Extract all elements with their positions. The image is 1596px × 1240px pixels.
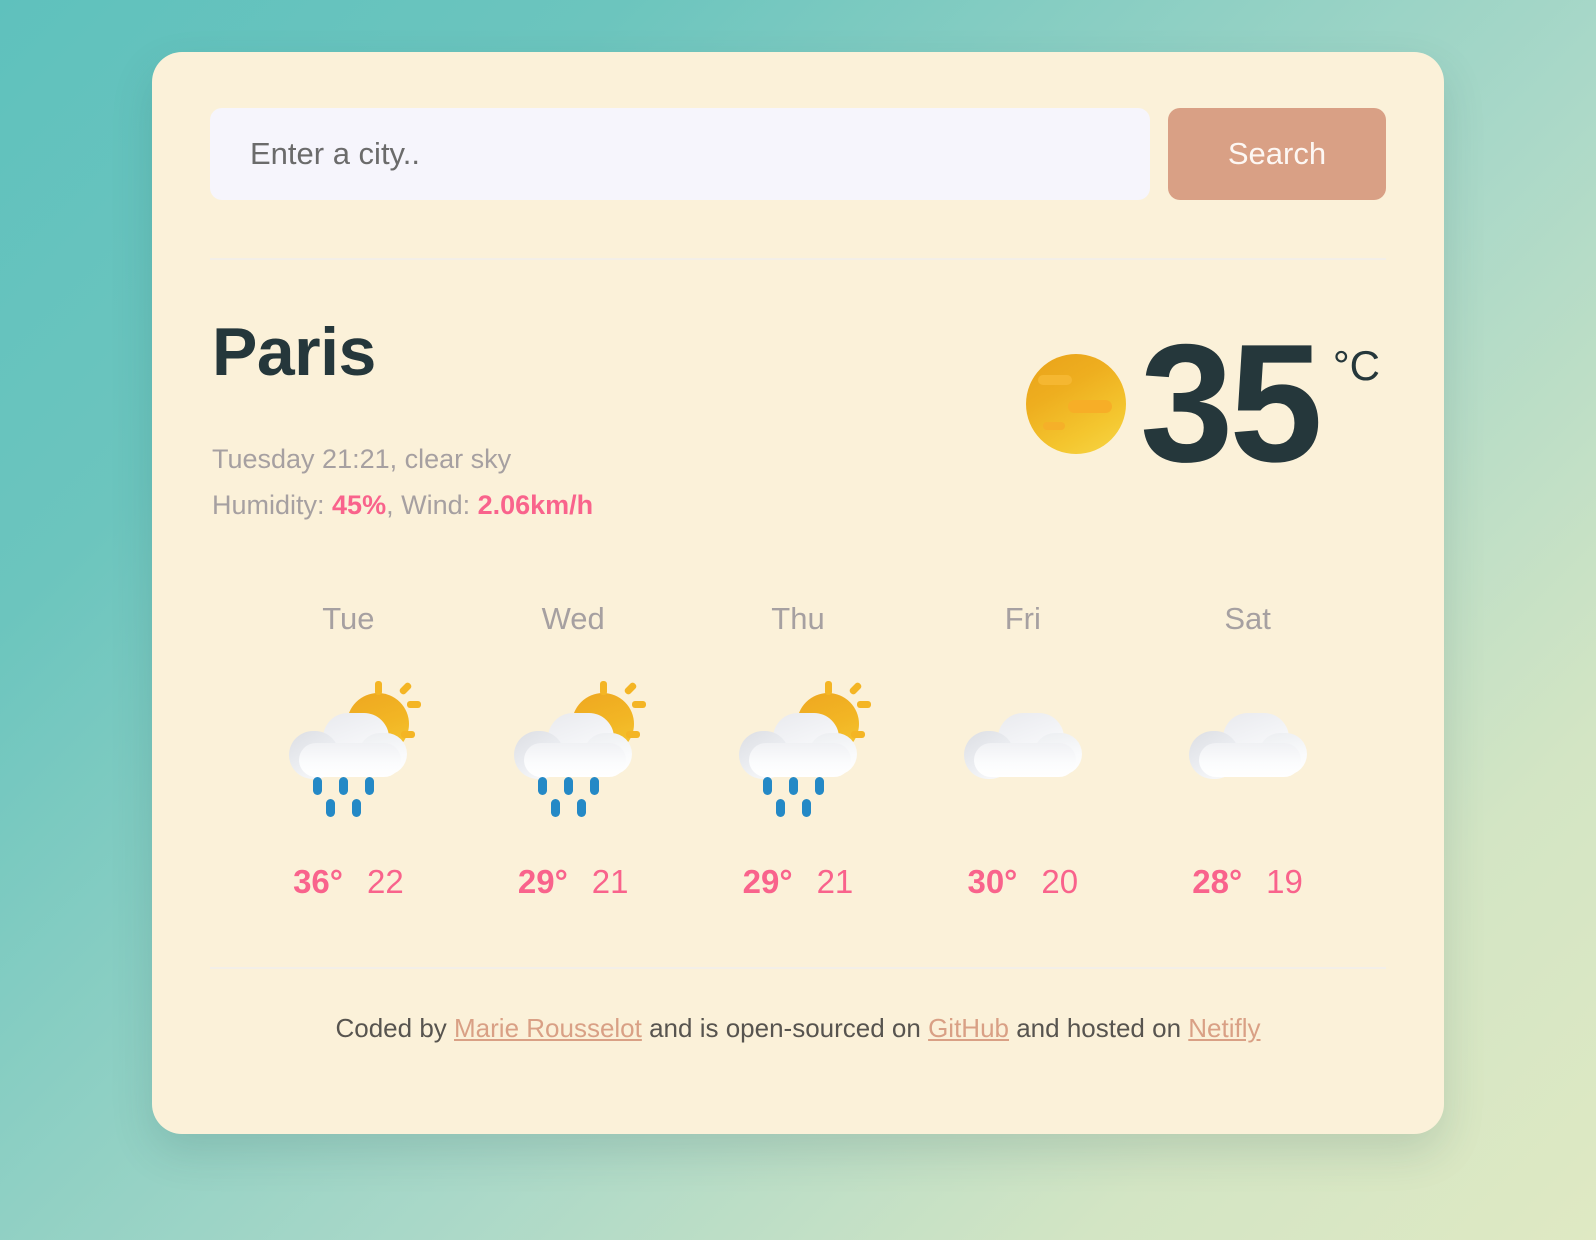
rain-drop bbox=[814, 776, 824, 795]
rain-drop bbox=[352, 798, 362, 817]
current-weather: Paris Tuesday 21:21, clear sky Humidity:… bbox=[210, 318, 1386, 529]
rain-drop bbox=[551, 798, 561, 817]
github-link[interactable]: GitHub bbox=[928, 1013, 1009, 1043]
rain-drops bbox=[757, 776, 847, 817]
city-name: Paris bbox=[212, 314, 376, 390]
divider-top bbox=[210, 258, 1386, 260]
sun-ray bbox=[398, 681, 413, 696]
forecast-temperatures: 29° 21 bbox=[461, 863, 686, 901]
cloud-base bbox=[299, 742, 402, 777]
forecast-day-label: Thu bbox=[771, 600, 825, 636]
sun-ray bbox=[632, 700, 647, 708]
forecast-day-label: Wed bbox=[541, 600, 605, 636]
forecast-temperatures: 28° 19 bbox=[1135, 863, 1360, 901]
search-form: Search bbox=[210, 108, 1386, 200]
sun-ray bbox=[856, 700, 871, 708]
cloud-base bbox=[1198, 742, 1301, 777]
forecast-day-label: Sat bbox=[1224, 600, 1271, 636]
forecast-max-temp: 28° bbox=[1192, 862, 1243, 900]
sun-ray bbox=[850, 730, 865, 738]
humidity-value: 45% bbox=[332, 490, 387, 521]
forecast-temperatures: 29° 21 bbox=[686, 863, 911, 901]
sun-ray bbox=[626, 730, 641, 738]
rain-drop bbox=[339, 776, 349, 795]
divider-bottom bbox=[210, 966, 1386, 969]
forecast-max-temp: 29° bbox=[517, 862, 568, 900]
footer-prefix: Coded by bbox=[335, 1012, 455, 1043]
sun-icon bbox=[1025, 354, 1126, 454]
cloud-base bbox=[748, 742, 851, 777]
temperature-unit: °C bbox=[1332, 342, 1380, 389]
cloud-icon bbox=[910, 679, 1135, 809]
forecast-day-label: Tue bbox=[322, 600, 375, 636]
conditions-humidity-wind: Humidity: 45%, Wind: 2.06km/h bbox=[212, 482, 593, 528]
rain-drops bbox=[532, 776, 622, 817]
host-link[interactable]: Netifly bbox=[1188, 1013, 1260, 1043]
weather-card: Search Paris Tuesday 21:21, clear sky Hu… bbox=[152, 52, 1444, 1134]
forecast-temperatures: 36° 22 bbox=[236, 863, 461, 901]
sun-ray bbox=[407, 700, 422, 708]
sun-ray bbox=[623, 681, 638, 696]
rain-drop bbox=[590, 776, 600, 795]
rain-drop bbox=[801, 798, 811, 817]
forecast-day-label: Fri bbox=[1004, 600, 1041, 636]
rain-drop bbox=[326, 798, 336, 817]
rain-drop bbox=[762, 776, 772, 795]
forecast-min-temp: 21 bbox=[816, 862, 854, 900]
forecast-min-temp: 20 bbox=[1041, 862, 1079, 900]
forecast-day: Tue 36° 22 bbox=[236, 601, 461, 901]
cloud-icon bbox=[1135, 679, 1360, 809]
conditions-datetime: Tuesday 21:21, clear sky bbox=[212, 444, 512, 474]
sun-ray bbox=[401, 730, 416, 738]
footer: Coded by Marie Rousselot and is open-sou… bbox=[210, 1013, 1386, 1044]
forecast-min-temp: 19 bbox=[1266, 862, 1303, 900]
rain-drop bbox=[313, 776, 323, 795]
forecast-max-temp: 29° bbox=[742, 862, 793, 900]
sun-ray bbox=[848, 681, 863, 696]
sun-ray bbox=[375, 680, 383, 695]
rain-drop bbox=[775, 798, 785, 817]
current-weather-details: Paris Tuesday 21:21, clear sky Humidity:… bbox=[212, 318, 593, 529]
rain-drop bbox=[788, 776, 798, 795]
humidity-label: Humidity: bbox=[212, 490, 333, 521]
sun-ray bbox=[824, 680, 832, 695]
forecast-day: Fri 30° 20 bbox=[910, 601, 1135, 901]
sun-behind-rain-cloud-icon bbox=[461, 679, 686, 817]
footer-middle: and is open-sourced on bbox=[641, 1012, 929, 1043]
forecast-max-temp: 30° bbox=[967, 862, 1018, 900]
sun-highlight bbox=[1042, 422, 1065, 430]
forecast-day: Wed 29° 21 bbox=[461, 601, 686, 901]
wind-value: 2.06km/h bbox=[477, 490, 594, 521]
forecast-day: Thu 29° 21 bbox=[686, 601, 911, 901]
current-temperature-value: 35 bbox=[1139, 309, 1323, 497]
current-conditions: Tuesday 21:21, clear sky Humidity: 45%, … bbox=[212, 436, 593, 529]
forecast-min-temp: 22 bbox=[366, 862, 404, 900]
sun-behind-rain-cloud-icon bbox=[236, 679, 461, 817]
cloud-base bbox=[524, 742, 627, 777]
rain-drop bbox=[577, 798, 587, 817]
footer-middle-2: and hosted on bbox=[1009, 1012, 1189, 1043]
forecast-row: Tue 36° 22 Wed 29° 21 Thu 29° 21 Fri 30°… bbox=[210, 601, 1386, 901]
forecast-max-temp: 36° bbox=[293, 862, 343, 900]
sun-behind-rain-cloud-icon bbox=[686, 679, 911, 817]
wind-label: , Wind: bbox=[386, 490, 478, 521]
cloud-base bbox=[973, 742, 1076, 777]
rain-drops bbox=[307, 776, 397, 817]
search-input[interactable] bbox=[210, 108, 1150, 200]
search-button[interactable]: Search bbox=[1168, 108, 1386, 200]
forecast-temperatures: 30° 20 bbox=[910, 863, 1135, 901]
rain-drop bbox=[564, 776, 574, 795]
forecast-min-temp: 21 bbox=[591, 862, 629, 900]
forecast-day: Sat 28° 19 bbox=[1135, 601, 1360, 901]
rain-drop bbox=[538, 776, 548, 795]
author-link[interactable]: Marie Rousselot bbox=[454, 1013, 642, 1043]
rain-drop bbox=[365, 776, 375, 795]
current-temperature-block: 35 °C bbox=[1025, 309, 1386, 497]
sun-ray bbox=[600, 680, 608, 695]
